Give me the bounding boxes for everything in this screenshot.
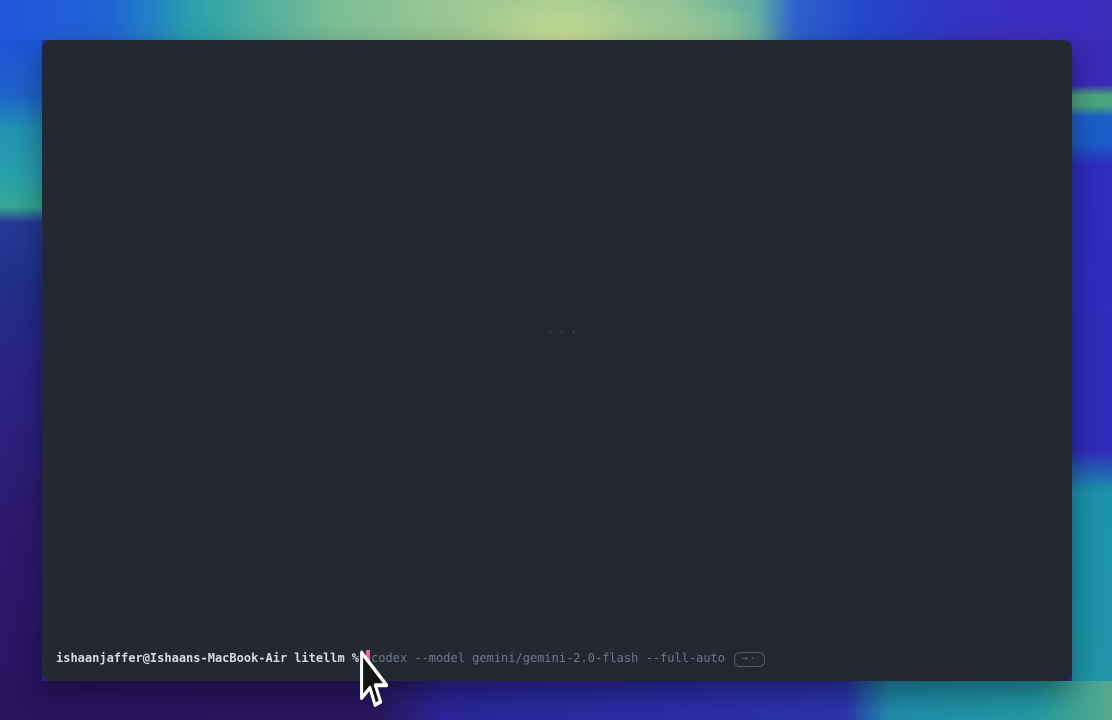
mouse-cursor-arrow	[359, 650, 393, 714]
prompt-directory: litellm	[294, 651, 345, 665]
prompt-user-host: ishaanjaffer@Ishaans-MacBook-Air	[56, 651, 287, 665]
terminal-output-area[interactable]: ... ishaanjaffer@Ishaans-MacBook-Air lite…	[42, 40, 1072, 681]
tab-hint-badge: →·	[734, 652, 765, 667]
wallpaper-band-right	[1072, 40, 1112, 681]
autosuggestion-text: codex --model gemini/gemini-2.0-flash --…	[371, 651, 725, 665]
terminal-prompt-line[interactable]: ishaanjaffer@Ishaans-MacBook-Air litellm%…	[56, 650, 1062, 667]
terminal-window[interactable]: ... ishaanjaffer@Ishaans-MacBook-Air lite…	[42, 40, 1072, 681]
wallpaper-band-left	[0, 40, 42, 681]
prompt-symbol: %	[352, 651, 359, 665]
loading-ellipsis: ...	[547, 323, 582, 336]
wallpaper-band-top	[0, 0, 1112, 40]
wallpaper-band-bottom	[0, 681, 1112, 720]
